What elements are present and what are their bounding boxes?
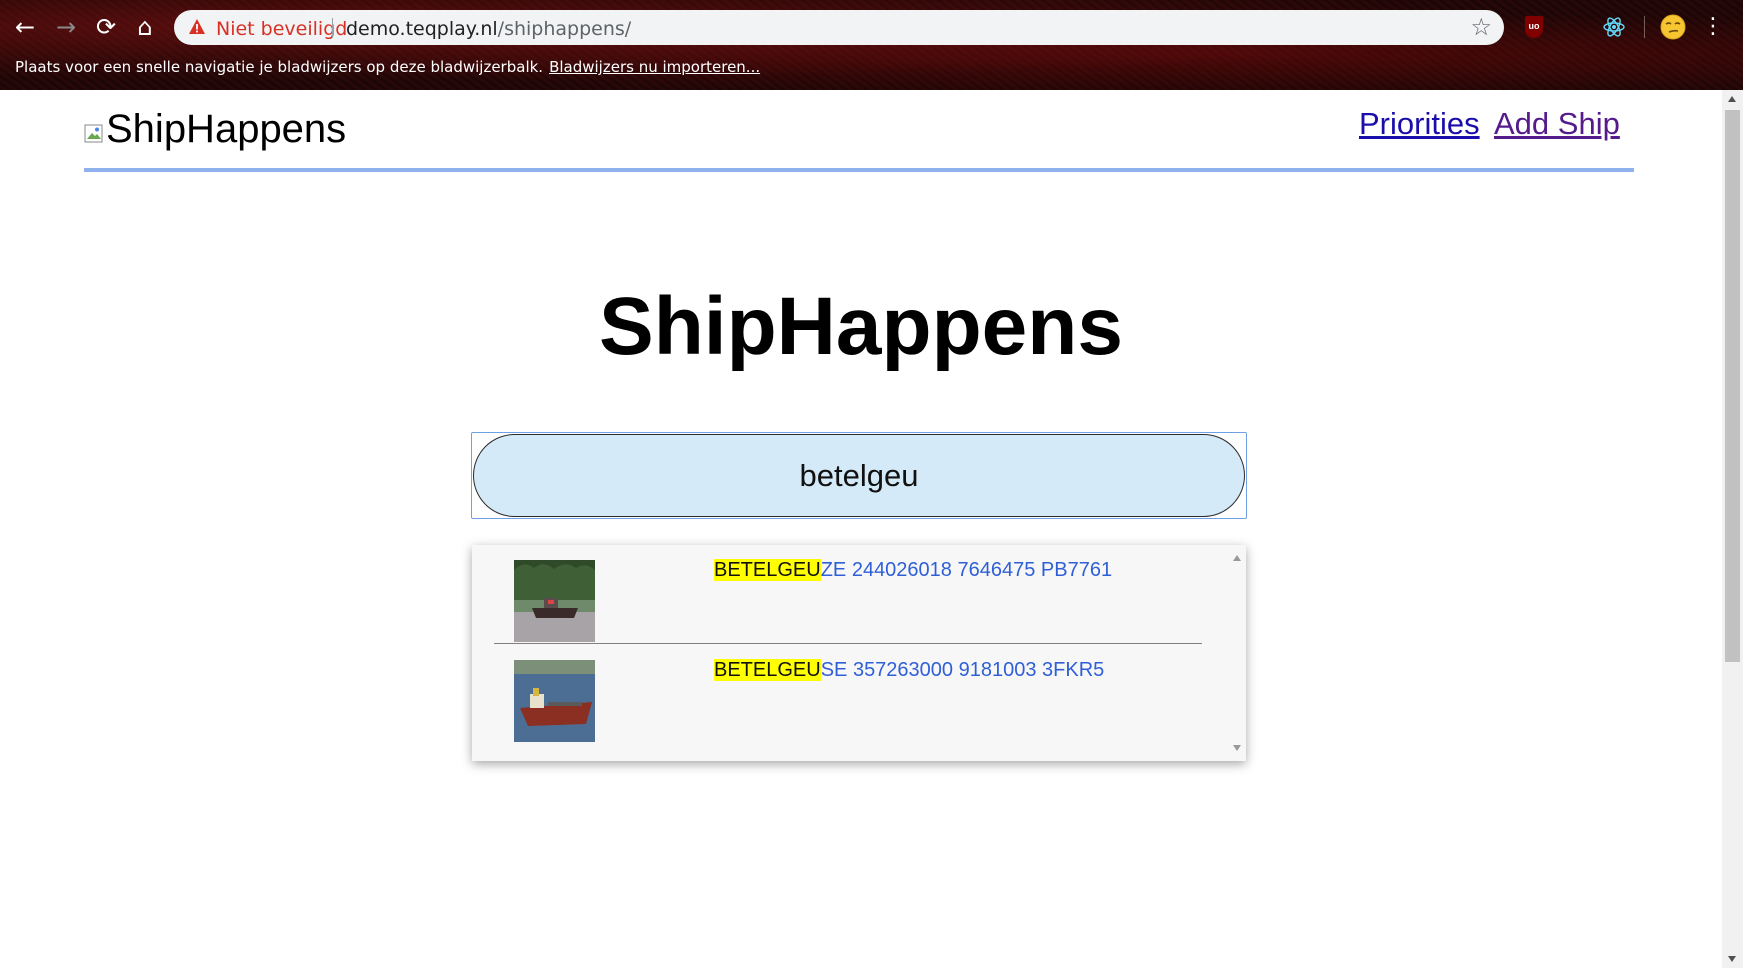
result-details: SE 357263000 9181003 3FKR5 xyxy=(820,659,1105,681)
warning-icon xyxy=(189,19,205,34)
omnibox-divider xyxy=(332,18,333,38)
result-details: ZE 244026018 7646475 PB7761 xyxy=(820,559,1113,581)
page-title: ShipHappens xyxy=(599,281,1123,372)
tugboat-photo xyxy=(514,560,595,642)
broken-image-icon xyxy=(84,124,103,143)
search-results-dropdown: BETELGEUZE 244026018 7646475 PB7761 BETE… xyxy=(472,545,1246,761)
bookmark-star-icon[interactable]: ☆ xyxy=(1470,13,1492,41)
nav-link-priorities[interactable]: Priorities xyxy=(1359,106,1480,142)
url-text[interactable]: demo.teqplay.nl/shiphappens/ xyxy=(346,18,631,40)
menu-dots-icon[interactable]: ⋮ xyxy=(1699,12,1727,42)
back-arrow-icon[interactable]: ← xyxy=(10,12,40,42)
result-divider xyxy=(494,643,1202,644)
page-scrollbar[interactable] xyxy=(1722,90,1743,968)
result-label: BETELGEUZE 244026018 7646475 PB7761 xyxy=(714,559,1112,582)
forward-arrow-icon[interactable]: → xyxy=(51,12,81,42)
match-highlight: BETELGEU xyxy=(714,659,821,681)
reload-icon[interactable]: ⟳ xyxy=(91,12,121,42)
search-focus-ring xyxy=(471,432,1247,519)
result-label: BETELGEUSE 357263000 9181003 3FKR5 xyxy=(714,659,1104,682)
cargo-ship-photo xyxy=(514,660,595,742)
ublock-icon[interactable]: uo xyxy=(1520,13,1548,41)
bookmark-bar-text: Plaats voor een snelle navigatie je blad… xyxy=(15,58,544,76)
result-item[interactable]: BETELGEUSE 357263000 9181003 3FKR5 xyxy=(494,645,1202,745)
header-divider xyxy=(84,168,1634,172)
import-bookmarks-link[interactable]: Bladwijzers nu importeren... xyxy=(549,58,760,76)
dropdown-scroll-up-icon[interactable] xyxy=(1233,555,1241,561)
address-bar[interactable]: Niet beveiligd demo.teqplay.nl/shiphappe… xyxy=(174,10,1504,45)
react-devtools-icon[interactable] xyxy=(1600,13,1628,41)
dropdown-scroll-down-icon[interactable] xyxy=(1233,745,1241,751)
scroll-up-arrow-icon[interactable] xyxy=(1728,96,1736,102)
brand-logo[interactable]: ShipHappens xyxy=(84,106,346,152)
url-path: /shiphappens/ xyxy=(497,18,632,40)
home-icon[interactable]: ⌂ xyxy=(130,12,160,42)
bookmark-bar: Plaats voor een snelle navigatie je blad… xyxy=(15,58,760,76)
scroll-down-arrow-icon[interactable] xyxy=(1728,956,1736,962)
nav-link-add-ship[interactable]: Add Ship xyxy=(1494,106,1620,142)
match-highlight: BETELGEU xyxy=(714,559,821,581)
security-status[interactable]: Niet beveiligd xyxy=(216,18,347,40)
url-host: demo.teqplay.nl xyxy=(346,18,498,40)
browser-toolbar: ← → ⟳ ⌂ Niet beveiligd demo.teqplay.nl/s… xyxy=(0,0,1743,90)
toolbar-divider xyxy=(1644,16,1645,38)
brand-text: ShipHappens xyxy=(106,106,347,151)
ship-search-input[interactable] xyxy=(473,434,1245,517)
result-item[interactable]: BETELGEUZE 244026018 7646475 PB7761 xyxy=(494,545,1202,645)
scrollbar-thumb[interactable] xyxy=(1725,110,1740,662)
page-content: ShipHappens Priorities Add Ship ShipHapp… xyxy=(0,90,1722,968)
profile-avatar-icon[interactable] xyxy=(1659,13,1687,41)
